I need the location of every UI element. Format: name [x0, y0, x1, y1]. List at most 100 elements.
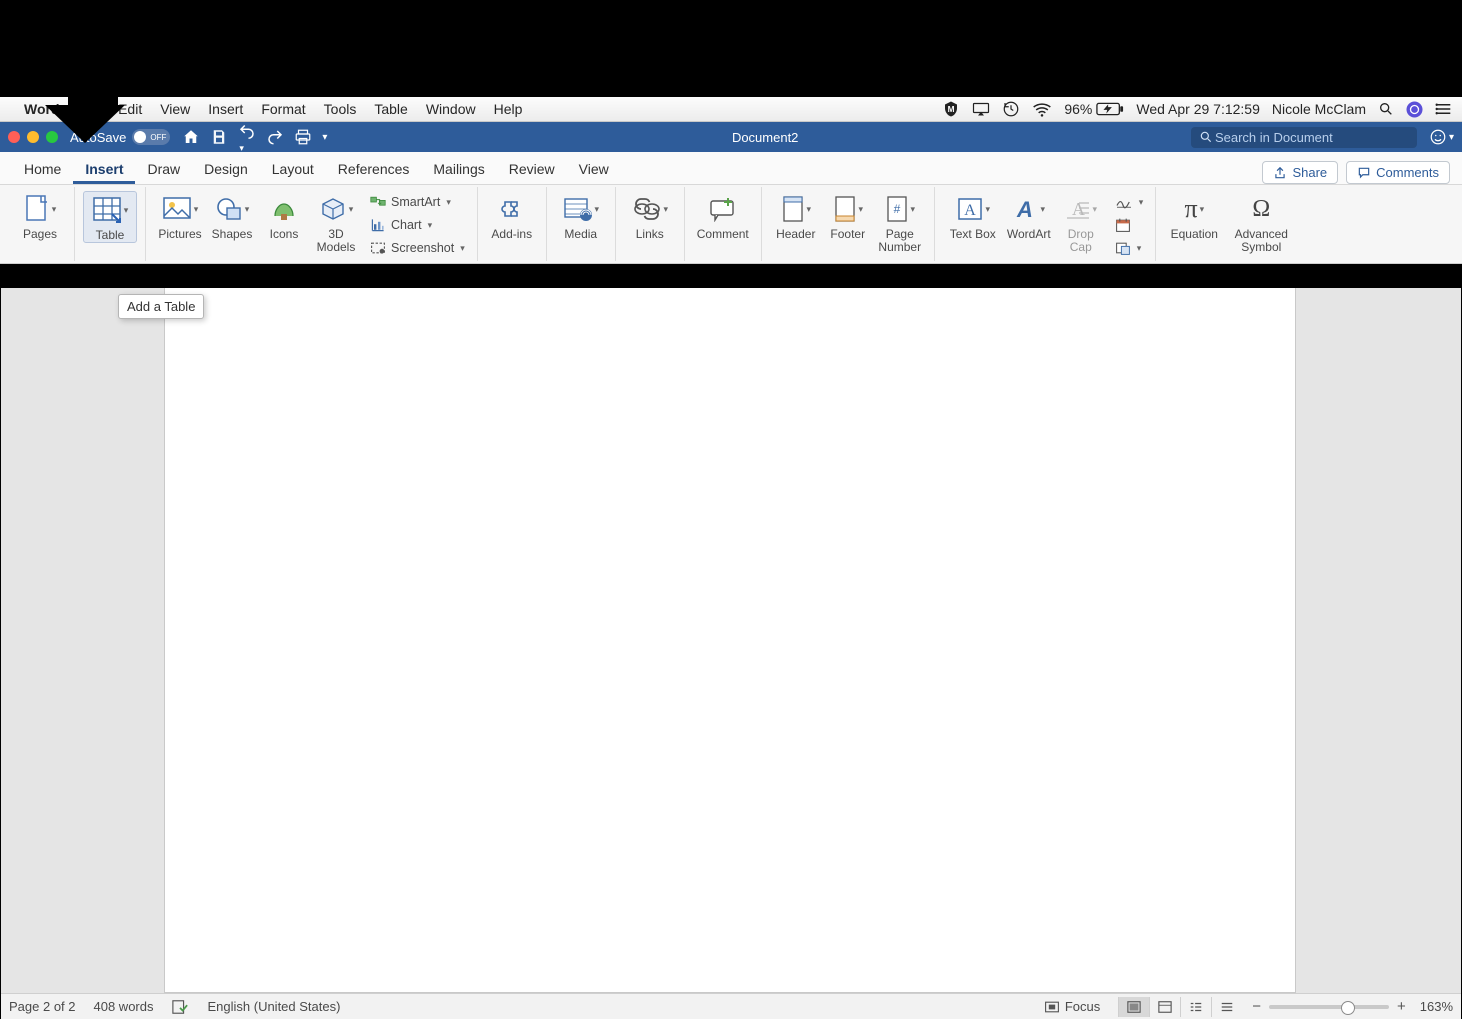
- zoom-out-button[interactable]: −: [1252, 998, 1261, 1015]
- malwarebytes-icon[interactable]: M: [942, 100, 960, 118]
- smartart-label: SmartArt: [391, 195, 440, 209]
- wifi-icon[interactable]: [1032, 102, 1052, 117]
- tab-home[interactable]: Home: [12, 155, 73, 184]
- autosave-toggle[interactable]: AutoSave OFF: [70, 129, 170, 145]
- tab-references[interactable]: References: [326, 155, 422, 184]
- pictures-button[interactable]: ▾ Pictures: [154, 191, 206, 241]
- undo-icon[interactable]: ▾: [238, 121, 256, 154]
- search-input[interactable]: [1213, 129, 1409, 146]
- menu-view[interactable]: View: [160, 101, 190, 117]
- window-close-button[interactable]: [8, 131, 20, 143]
- menu-file[interactable]: File: [78, 101, 101, 117]
- language-indicator[interactable]: English (United States): [207, 999, 340, 1014]
- redo-icon[interactable]: [266, 128, 284, 146]
- feedback-button[interactable]: ▾: [1429, 128, 1454, 146]
- media-button[interactable]: ▾ Media: [555, 191, 607, 241]
- qat-customize-icon[interactable]: ▾: [322, 132, 327, 143]
- comment-bubble-icon: [1357, 166, 1371, 180]
- screenshot-label: Screenshot: [391, 241, 454, 255]
- zoom-slider[interactable]: [1269, 1005, 1389, 1009]
- footer-button[interactable]: ▾ Footer: [822, 191, 874, 241]
- print-layout-view-button[interactable]: [1118, 997, 1149, 1017]
- tab-view[interactable]: View: [567, 155, 621, 184]
- tab-mailings[interactable]: Mailings: [421, 155, 496, 184]
- pages-button[interactable]: ▾ Pages: [14, 191, 66, 241]
- print-icon[interactable]: [294, 128, 312, 146]
- autosave-switch[interactable]: OFF: [132, 129, 170, 145]
- battery-status[interactable]: 96%: [1064, 101, 1124, 117]
- menu-help[interactable]: Help: [494, 101, 523, 117]
- tab-review[interactable]: Review: [497, 155, 567, 184]
- links-button[interactable]: ▾ Links: [624, 191, 676, 241]
- signature-line-button[interactable]: ▾: [1111, 191, 1148, 213]
- clock[interactable]: Wed Apr 29 7:12:59: [1136, 101, 1260, 117]
- tab-insert[interactable]: Insert: [73, 155, 135, 184]
- advanced-symbol-button[interactable]: Ω Advanced Symbol: [1224, 191, 1298, 254]
- word-count[interactable]: 408 words: [94, 999, 154, 1014]
- battery-pct-label: 96%: [1064, 101, 1092, 117]
- screenshot-button[interactable]: Screenshot▾: [366, 237, 469, 259]
- tab-layout[interactable]: Layout: [260, 155, 326, 184]
- notification-center-icon[interactable]: [1435, 102, 1452, 116]
- 3d-models-button[interactable]: ▾ 3D Models: [310, 191, 362, 254]
- window-zoom-button[interactable]: [46, 131, 58, 143]
- page-indicator[interactable]: Page 2 of 2: [9, 999, 76, 1014]
- timemachine-icon[interactable]: [1002, 100, 1020, 118]
- document-canvas[interactable]: [1, 288, 1461, 993]
- shapes-button[interactable]: ▾ Shapes: [206, 191, 258, 241]
- ribbon-insert: ▾ Pages ▾ Table ▾ Pictures ▾ Shapes Icon…: [0, 185, 1462, 264]
- menu-tools[interactable]: Tools: [324, 101, 357, 117]
- home-icon[interactable]: [182, 128, 200, 146]
- text-box-button[interactable]: A▾ Text Box: [943, 191, 1003, 241]
- comments-button[interactable]: Comments: [1346, 161, 1450, 184]
- advanced-symbol-label: Advanced Symbol: [1235, 228, 1288, 254]
- media-label: Media: [564, 228, 597, 241]
- icons-button[interactable]: Icons: [258, 191, 310, 241]
- table-button[interactable]: ▾ Table: [83, 191, 137, 243]
- wordart-button[interactable]: A▾ WordArt: [1003, 191, 1055, 241]
- smartart-button[interactable]: SmartArt▾: [366, 191, 469, 213]
- equation-label: Equation: [1171, 228, 1218, 241]
- menu-format[interactable]: Format: [261, 101, 305, 117]
- menu-insert[interactable]: Insert: [208, 101, 243, 117]
- date-time-button[interactable]: [1111, 214, 1148, 236]
- view-switcher: [1118, 997, 1242, 1017]
- save-icon[interactable]: [210, 128, 228, 146]
- header-button[interactable]: ▾ Header: [770, 191, 822, 241]
- drop-cap-button[interactable]: A▾ Drop Cap: [1055, 191, 1107, 254]
- menu-window[interactable]: Window: [426, 101, 476, 117]
- addins-button[interactable]: Add-ins: [486, 191, 538, 241]
- word-titlebar: AutoSave OFF ▾ ▾ Document2 ▾: [0, 122, 1462, 152]
- spotlight-icon[interactable]: [1378, 101, 1394, 117]
- menu-table[interactable]: Table: [374, 101, 407, 117]
- menu-edit[interactable]: Edit: [118, 101, 142, 117]
- new-comment-button[interactable]: Comment: [693, 191, 753, 241]
- outline-view-button[interactable]: [1180, 997, 1211, 1017]
- web-layout-view-button[interactable]: [1149, 997, 1180, 1017]
- focus-mode-button[interactable]: Focus: [1044, 999, 1100, 1014]
- page-number-button[interactable]: #▾ Page Number: [874, 191, 926, 254]
- equation-button[interactable]: π▾ Equation: [1164, 191, 1224, 241]
- 3d-models-label: 3D Models: [317, 228, 356, 254]
- zoom-level[interactable]: 163%: [1420, 999, 1453, 1014]
- share-label: Share: [1292, 165, 1327, 180]
- chart-label: Chart: [391, 218, 422, 232]
- window-minimize-button[interactable]: [27, 131, 39, 143]
- app-menu[interactable]: Word: [24, 101, 60, 117]
- links-label: Links: [636, 228, 664, 241]
- search-box[interactable]: [1191, 127, 1417, 148]
- siri-icon[interactable]: [1406, 101, 1423, 118]
- object-button[interactable]: ▾: [1111, 237, 1148, 259]
- zoom-in-button[interactable]: +: [1397, 998, 1406, 1015]
- spellcheck-icon[interactable]: [171, 999, 189, 1015]
- document-page[interactable]: [164, 288, 1296, 993]
- share-button[interactable]: Share: [1262, 161, 1338, 184]
- zoom-control: − + 163%: [1252, 998, 1453, 1015]
- airplay-icon[interactable]: [972, 102, 990, 117]
- tab-draw[interactable]: Draw: [135, 155, 192, 184]
- chart-button[interactable]: Chart▾: [366, 214, 469, 236]
- draft-view-button[interactable]: [1211, 997, 1242, 1017]
- tab-design[interactable]: Design: [192, 155, 260, 184]
- username[interactable]: Nicole McClam: [1272, 101, 1366, 117]
- black-region: [0, 0, 1462, 97]
